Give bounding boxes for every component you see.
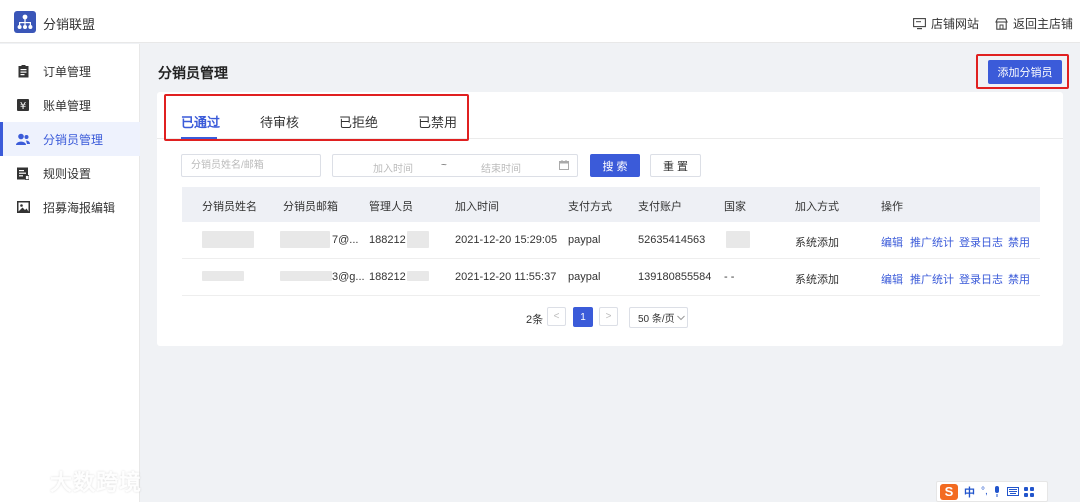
edit-link[interactable]: 编辑 [881,234,903,250]
redacted-email [280,271,332,281]
table-header: 分销员姓名 分销员邮箱 管理人员 加入时间 支付方式 支付账户 国家 加入方式 … [182,187,1040,222]
email-cell: 7@... [332,234,359,246]
sidebar-item-rules[interactable]: 规则设置 [0,156,140,190]
watermark-text: 大数跨境 [50,470,143,495]
promo-stats-link[interactable]: 推广统计 [910,234,954,250]
redacted-country [726,231,750,248]
store-icon [995,17,1008,30]
column-header: 支付方式 [568,201,612,213]
sidebar-item-label: 招募海报编辑 [43,200,116,215]
sidebar: 订单管理 ¥ 账单管理 分销员管理 规则设置 招募海报编辑 [0,44,140,502]
manager-cell: 188212 [369,271,406,283]
watermark-logo-icon [10,473,49,489]
svg-text:¥: ¥ [20,101,26,111]
join-method-cell: 系统添加 [795,274,839,286]
yen-icon: ¥ [16,98,30,112]
watermark: 大数跨境 [8,465,142,497]
redacted-manager [407,271,429,281]
sidebar-item-label: 账单管理 [43,98,92,113]
column-header: 加入时间 [455,201,499,213]
redacted-name [202,231,254,248]
monitor-icon [913,17,926,29]
pay-method-cell: paypal [568,234,601,246]
column-header: 加入方式 [795,201,839,213]
table-row: 7@... 188212 2021-12-20 15:29:05 paypal … [182,222,1040,259]
column-header: 分销员邮箱 [283,201,338,213]
calendar-icon [559,160,569,173]
join-date-range-picker[interactable]: 加入时间 ~ 结束时间 [332,154,578,177]
redacted-email [280,231,330,248]
users-icon [16,132,30,146]
punctuation-icon: °, [981,486,988,497]
sogou-logo-icon: S [940,483,958,500]
sidebar-item-label: 订单管理 [43,64,92,79]
rules-icon [16,166,30,180]
disable-link[interactable]: 禁用 [1008,271,1030,287]
sidebar-item-poster-editor[interactable]: 招募海报编辑 [0,190,140,224]
highlight-frame [164,94,469,141]
column-header: 管理人员 [369,201,413,213]
image-icon [16,200,30,214]
app-title: 分销联盟 [43,17,96,32]
sidebar-item-bills[interactable]: ¥ 账单管理 [0,88,140,122]
promo-stats-link[interactable]: 推广统计 [910,271,954,287]
email-cell: 3@g... [332,271,365,283]
pagination-total: 2条 [526,314,544,326]
grid-icon [1023,486,1034,497]
column-header: 操作 [881,201,903,213]
join-time-cell: 2021-12-20 15:29:05 [455,234,558,246]
start-date-placeholder: 加入时间 [373,164,413,175]
date-separator: ~ [441,160,447,171]
next-page-button[interactable]: > [599,307,618,326]
sidebar-item-label: 分销员管理 [43,132,104,147]
column-header: 支付账户 [638,201,682,213]
clipboard-icon [16,64,30,78]
redacted-name [202,271,244,281]
top-bar: 分销联盟 店铺网站 返回主店铺 [0,0,1080,43]
prev-page-button[interactable]: < [547,307,566,326]
sidebar-item-orders[interactable]: 订单管理 [0,54,140,88]
login-log-link[interactable]: 登录日志 [959,234,1003,250]
manager-cell: 188212 [369,234,406,246]
country-cell: - - [724,271,735,283]
page-size-select[interactable]: 50 条/页 [629,307,688,328]
column-header: 分销员姓名 [202,201,257,213]
page-title: 分销员管理 [158,65,228,81]
back-to-store-link[interactable]: 返回主店铺 [995,15,1073,32]
store-site-label: 店铺网站 [931,17,980,31]
end-date-placeholder: 结束时间 [481,164,521,175]
edit-link[interactable]: 编辑 [881,271,903,287]
page-size-value: 50 条/页 [638,314,675,325]
disable-link[interactable]: 禁用 [1008,234,1030,250]
pay-method-cell: paypal [568,271,601,283]
join-time-cell: 2021-12-20 11:55:37 [455,271,557,283]
pay-account-cell: 52635414563 [638,234,706,246]
login-log-link[interactable]: 登录日志 [959,271,1003,287]
redacted-manager [407,231,429,248]
app-logo-icon [14,11,36,33]
join-method-cell: 系统添加 [795,237,839,249]
microphone-icon [994,486,999,497]
back-to-store-label: 返回主店铺 [1013,17,1074,31]
sidebar-item-label: 规则设置 [43,166,92,181]
search-button[interactable]: 搜 索 [590,154,640,177]
pay-account-cell: 139180855584 [638,271,712,283]
column-header: 国家 [724,201,746,213]
sidebar-item-distributors[interactable]: 分销员管理 [0,122,140,156]
page-number-current[interactable]: 1 [573,307,593,327]
ime-toolbar[interactable]: S 中 °, [936,481,1048,502]
chevron-down-icon [676,315,685,320]
ime-mode-label: 中 [964,486,975,499]
store-site-link[interactable]: 店铺网站 [913,15,979,32]
name-email-search-input[interactable] [181,154,321,177]
add-distributor-button[interactable]: 添加分销员 [988,60,1062,84]
reset-button[interactable]: 重 置 [650,154,701,177]
table-row: 3@g... 188212 2021-12-20 11:55:37 paypal… [182,259,1040,296]
keyboard-icon [1006,487,1019,496]
